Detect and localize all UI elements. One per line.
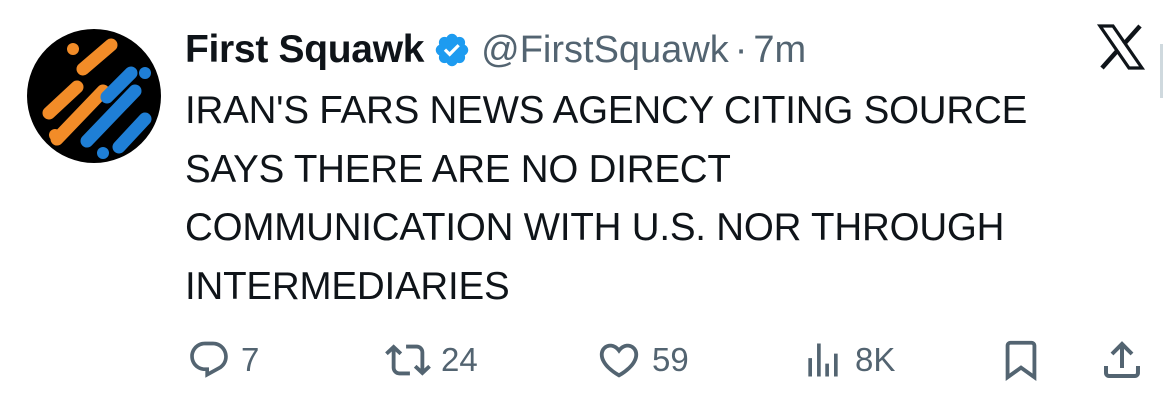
tweet-text-line: COMMUNICATION WITH U.S. NOR THROUGH [185,206,1005,249]
repost-button[interactable]: 24 [385,330,478,390]
share-icon [1104,341,1140,378]
repost-count: 24 [441,341,478,378]
bookmark-button[interactable] [998,330,1044,390]
reply-button[interactable]: 7 [187,330,259,390]
like-count: 59 [652,341,689,378]
action-bar: 7 24 59 8K [0,330,1163,390]
reply-icon [190,341,228,378]
timestamp[interactable]: 7m [753,29,806,72]
avatar-logo-icon [42,38,152,159]
heart-icon [599,343,639,378]
tweet-text-line: IRAN'S FARS NEWS AGENCY CITING SOURCE [185,89,1028,132]
tweet-text: IRAN'S FARS NEWS AGENCY CITING SOURCE SA… [185,82,1145,316]
author-handle[interactable]: @FirstSquawk [481,29,729,72]
tweet-text-line: SAYS THERE ARE NO DIRECT [185,147,731,191]
tweet-header: First Squawk @FirstSquawk · 7m [185,22,806,78]
display-name[interactable]: First Squawk [185,28,424,72]
like-button[interactable]: 59 [596,330,689,390]
views-icon [808,343,838,377]
tweet-card[interactable]: First Squawk @FirstSquawk · 7m IRAN'S FA… [0,0,1163,419]
reply-count: 7 [241,341,260,378]
verified-badge-icon[interactable] [433,31,471,69]
share-button[interactable] [1098,330,1146,390]
views-button[interactable]: 8K [801,330,895,390]
separator-dot: · [734,28,748,71]
tweet-text-line: INTERMEDIARIES [185,264,510,308]
avatar[interactable] [27,29,161,163]
views-count: 8K [855,341,896,378]
bookmark-icon [1005,340,1037,381]
repost-icon [385,344,431,376]
x-logo-icon[interactable] [1096,22,1146,72]
